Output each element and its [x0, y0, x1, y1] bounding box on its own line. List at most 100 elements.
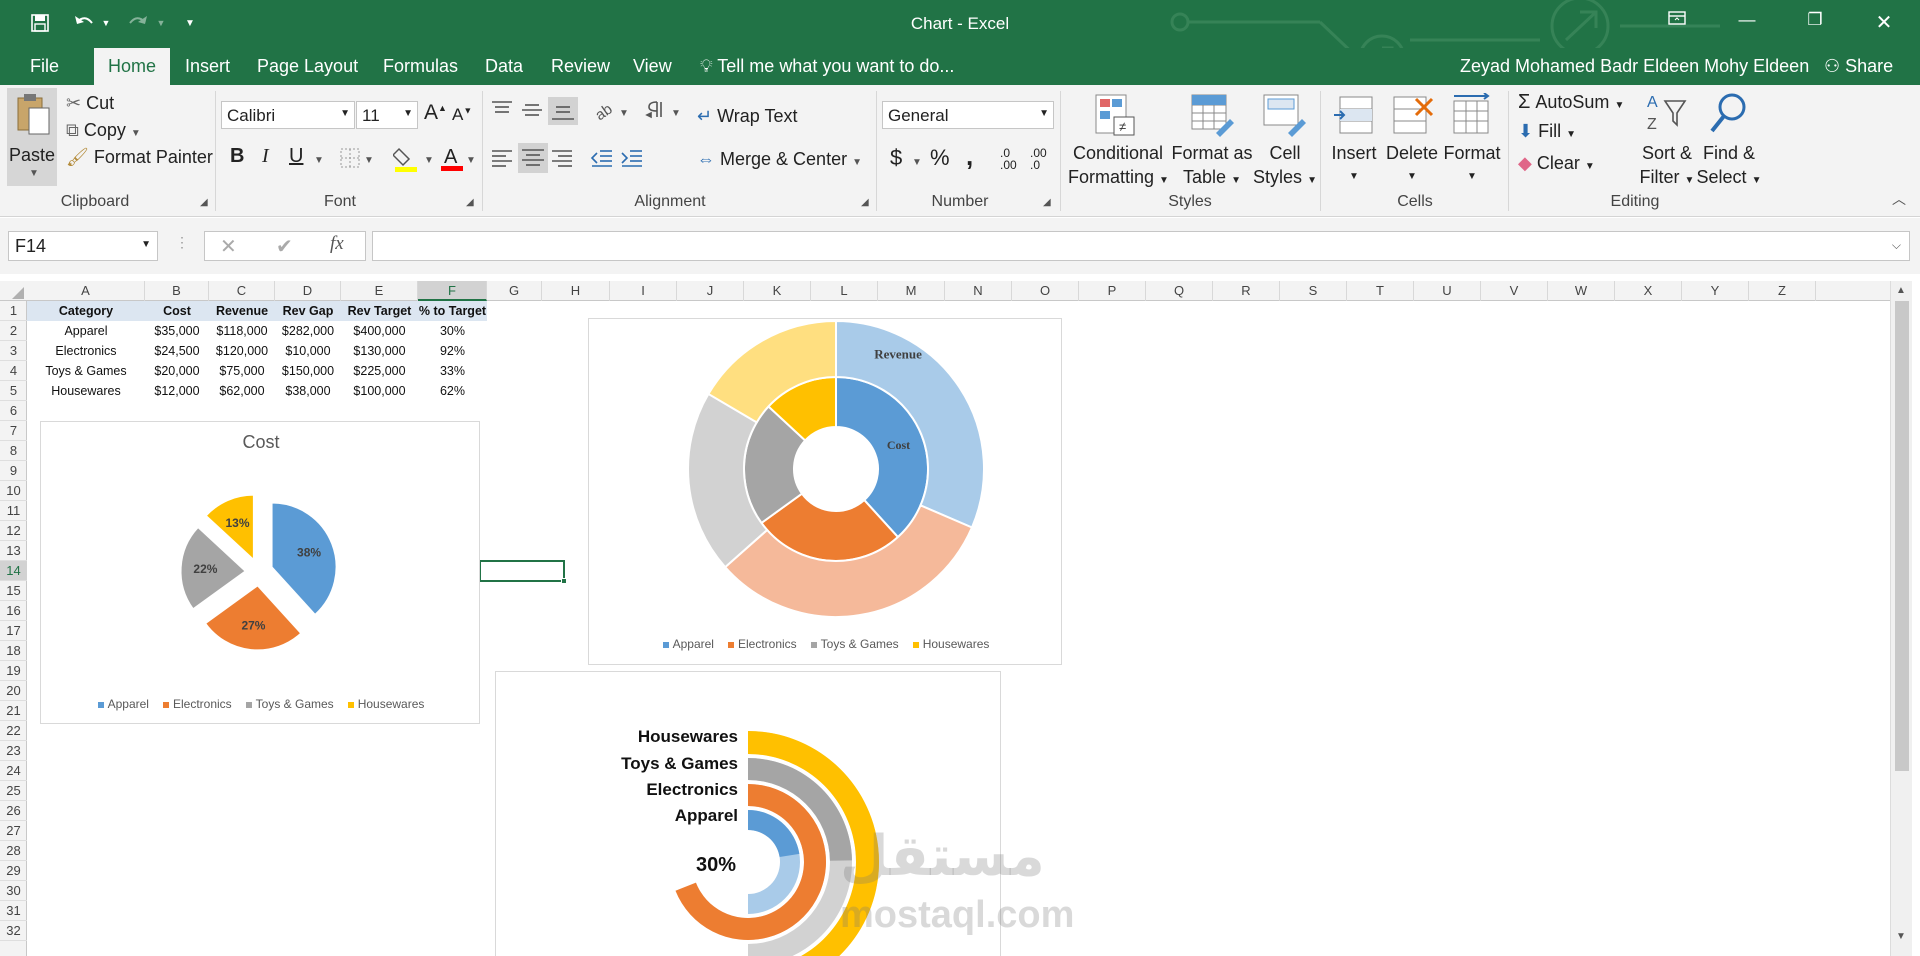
underline-button[interactable]: U [289, 145, 303, 168]
font-name-select[interactable]: Calibri ▼ [221, 101, 355, 129]
row-header-10[interactable]: 10 [0, 481, 27, 501]
align-center-icon[interactable] [518, 143, 548, 173]
column-header-N[interactable]: N [945, 281, 1012, 301]
table-cell[interactable]: $62,000 [209, 381, 275, 401]
cost-revenue-doughnut-chart[interactable]: Cost Revenue Apparel Electronics Toys & Gam… [588, 318, 1062, 665]
tab-data[interactable]: Data [473, 48, 535, 85]
orientation-icon[interactable]: ab [592, 99, 617, 126]
tab-view[interactable]: View [621, 48, 684, 85]
row-header-5[interactable]: 5 [0, 381, 27, 401]
paste-button[interactable]: Paste ▼ [7, 88, 57, 186]
middle-align-icon[interactable] [520, 99, 544, 126]
column-header-W[interactable]: W [1548, 281, 1615, 301]
column-header-J[interactable]: J [677, 281, 744, 301]
column-header-C[interactable]: C [209, 281, 275, 301]
table-cell[interactable]: $24,500 [145, 341, 209, 361]
orientation-dropdown-icon[interactable]: ▼ [619, 108, 629, 119]
table-cell[interactable]: Electronics [27, 341, 145, 361]
row-header-21[interactable]: 21 [0, 701, 27, 721]
bottom-align-icon[interactable] [548, 97, 578, 125]
insert-cells-button[interactable]: Insert ▼ [1324, 141, 1384, 189]
scroll-down-icon[interactable]: ▼ [1896, 931, 1906, 942]
find-select-icon[interactable] [1706, 91, 1750, 140]
row-header-18[interactable]: 18 [0, 641, 27, 661]
row-header-27[interactable]: 27 [0, 821, 27, 841]
row-header-17[interactable]: 17 [0, 621, 27, 641]
number-format-select[interactable]: General ▼ [882, 101, 1054, 129]
table-cell[interactable]: 33% [418, 361, 487, 381]
insert-cells-icon[interactable] [1332, 93, 1376, 142]
row-header-3[interactable]: 3 [0, 341, 27, 361]
rtl-dropdown-icon[interactable]: ▼ [671, 108, 681, 119]
column-header-Q[interactable]: Q [1146, 281, 1213, 301]
fill-handle[interactable] [561, 578, 567, 584]
table-cell[interactable]: $10,000 [275, 341, 341, 361]
decrease-indent-icon[interactable] [590, 147, 614, 174]
comma-button[interactable]: , [966, 141, 973, 172]
table-cell[interactable]: $118,000 [209, 321, 275, 341]
delete-cells-icon[interactable] [1390, 93, 1434, 142]
column-header-F[interactable]: F [418, 281, 487, 301]
column-header-T[interactable]: T [1347, 281, 1414, 301]
row-header-29[interactable]: 29 [0, 861, 27, 881]
row-header-30[interactable]: 30 [0, 881, 27, 901]
table-cell[interactable]: $38,000 [275, 381, 341, 401]
select-all-icon[interactable] [10, 287, 24, 299]
row-header-9[interactable]: 9 [0, 461, 27, 481]
fill-button[interactable]: ⬇ Fill ▼ [1518, 121, 1576, 142]
underline-dropdown-icon[interactable]: ▼ [314, 155, 324, 166]
row-header-22[interactable]: 22 [0, 721, 27, 741]
insert-function-button[interactable]: fx [330, 233, 344, 255]
tab-review[interactable]: Review [539, 48, 622, 85]
format-cells-button[interactable]: Format ▼ [1440, 141, 1504, 189]
column-header-S[interactable]: S [1280, 281, 1347, 301]
table-header-cell[interactable]: Cost [145, 301, 209, 321]
copy-button[interactable]: ⧉ Copy ▼ [66, 120, 141, 141]
column-header-L[interactable]: L [811, 281, 878, 301]
align-right-icon[interactable] [550, 147, 574, 174]
table-header-cell[interactable]: Rev Gap [275, 301, 341, 321]
table-cell[interactable]: $120,000 [209, 341, 275, 361]
column-header-P[interactable]: P [1079, 281, 1146, 301]
column-header-G[interactable]: G [487, 281, 542, 301]
row-header-19[interactable]: 19 [0, 661, 27, 681]
row-header-31[interactable]: 31 [0, 901, 27, 921]
row-header-23[interactable]: 23 [0, 741, 27, 761]
table-cell[interactable]: $225,000 [341, 361, 418, 381]
user-name[interactable]: Zeyad Mohamed Badr Eldeen Mohy Eldeen [1448, 48, 1821, 85]
row-header-6[interactable]: 6 [0, 401, 27, 421]
cost-pie-chart[interactable]: Cost 38% 27% 22% 13% Apparel Electronics Toys… [40, 421, 480, 724]
table-cell[interactable]: $100,000 [341, 381, 418, 401]
column-header-B[interactable]: B [145, 281, 209, 301]
italic-button[interactable]: I [262, 145, 269, 168]
cell-styles-button[interactable]: Cell Styles ▼ [1250, 141, 1320, 193]
row-header-14[interactable]: 14 [0, 561, 27, 581]
row-header-7[interactable]: 7 [0, 421, 27, 441]
borders-dropdown-icon[interactable]: ▼ [364, 155, 374, 166]
selected-cell-f14[interactable] [479, 560, 567, 584]
row-header-24[interactable]: 24 [0, 761, 27, 781]
scroll-up-icon[interactable]: ▲ [1896, 285, 1906, 296]
tab-insert[interactable]: Insert [173, 48, 242, 85]
merge-center-button[interactable]: ⇔ Merge & Center ▼ [697, 149, 862, 170]
table-header-cell[interactable]: Rev Target [341, 301, 418, 321]
currency-button[interactable]: $ [890, 145, 902, 171]
column-header-U[interactable]: U [1414, 281, 1481, 301]
sort-filter-button[interactable]: Sort & Filter ▼ [1632, 141, 1702, 193]
rtl-icon[interactable] [643, 99, 667, 126]
formula-input[interactable]: ⌵ [372, 231, 1910, 261]
column-header-Z[interactable]: Z [1749, 281, 1816, 301]
clipboard-launcher-icon[interactable]: ◢ [200, 197, 208, 208]
wrap-text-button[interactable]: ↵ Wrap Text [697, 106, 797, 127]
close-icon[interactable]: ✕ [1864, 10, 1904, 36]
tell-me-box[interactable]: 💡︎ Tell me what you want to do... [696, 48, 966, 85]
clear-button[interactable]: ◆ Clear ▼ [1518, 153, 1595, 174]
table-cell[interactable]: 30% [418, 321, 487, 341]
format-painter-button[interactable]: 🖌︎ Format Painter [66, 147, 213, 168]
table-cell[interactable]: $130,000 [341, 341, 418, 361]
column-header-K[interactable]: K [744, 281, 811, 301]
table-cell[interactable]: Toys & Games [27, 361, 145, 381]
find-select-button[interactable]: Find & Select ▼ [1694, 141, 1764, 193]
column-header-I[interactable]: I [610, 281, 677, 301]
name-box[interactable]: F14 ▼ [8, 231, 158, 261]
